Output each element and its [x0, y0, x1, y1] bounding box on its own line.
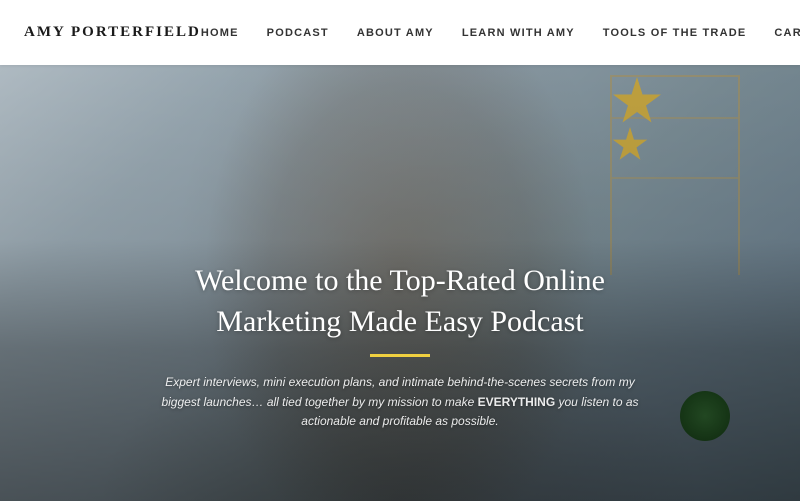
nav-item-about[interactable]: ABOUT AMY [357, 27, 434, 39]
nav-item-learn[interactable]: LEARN WITH AMY [462, 27, 575, 39]
hero-emphasis: EVERYTHING [478, 395, 556, 409]
hero-content: Welcome to the Top-Rated Online Marketin… [150, 261, 650, 431]
nav-item-careers[interactable]: CAREERS [774, 27, 800, 39]
nav-item-podcast[interactable]: PODCAST [267, 27, 329, 39]
main-nav: HOME PODCAST ABOUT AMY LEARN WITH AMY TO… [201, 27, 800, 39]
site-header: AMY PORTERFIELD HOME PODCAST ABOUT AMY L… [0, 0, 800, 65]
hero-title: Welcome to the Top-Rated Online Marketin… [150, 261, 650, 342]
nav-item-home[interactable]: HOME [201, 27, 239, 39]
hero-section: Welcome to the Top-Rated Online Marketin… [0, 65, 800, 501]
nav-item-tools[interactable]: TOOLS OF THE TRADE [603, 27, 747, 39]
hero-subtitle: Expert interviews, mini execution plans,… [150, 373, 650, 431]
site-logo[interactable]: AMY PORTERFIELD [24, 24, 201, 41]
hero-underline-accent [370, 354, 430, 357]
